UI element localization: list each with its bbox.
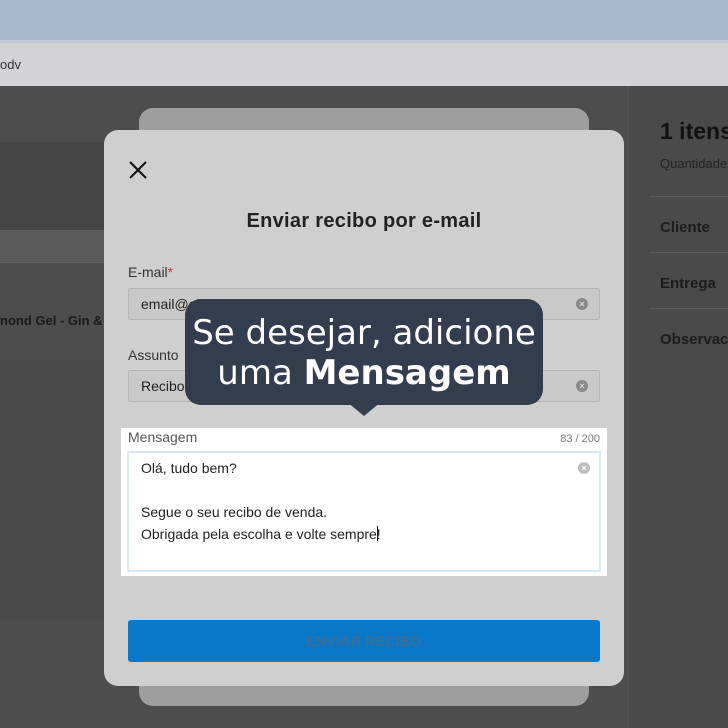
modal-title: Enviar recibo por e-mail <box>246 210 482 232</box>
message-line-last: Obrigada pela escolha e volte sempre! <box>141 526 381 542</box>
close-icon[interactable] <box>126 158 150 182</box>
divider <box>650 252 728 253</box>
subject-value: Recibo <box>141 378 185 394</box>
divider <box>650 196 728 197</box>
left-panel-body <box>0 360 110 620</box>
section-entrega[interactable]: Entrega <box>660 275 716 292</box>
tooltip-callout: Se desejar, adicione uma Mensagem <box>185 299 543 416</box>
section-cliente[interactable]: Cliente <box>660 219 710 236</box>
product-name: nond Gel - Gin & <box>0 313 103 328</box>
message-textarea[interactable]: Olá, tudo bem? Segue o seu recibo de ven… <box>127 451 601 572</box>
subject-label: Assunto <box>128 347 179 363</box>
text-cursor <box>376 526 378 541</box>
address-text: odv <box>0 57 21 72</box>
send-receipt-button[interactable]: ENVIAR RECIBO <box>128 620 600 662</box>
message-label: Mensagem <box>128 429 198 445</box>
message-highlight: Mensagem 83 / 200 Olá, tudo bem? Segue o… <box>121 428 607 576</box>
tooltip-emphasis: Mensagem <box>303 353 511 393</box>
tooltip-line1: Se desejar, adicione <box>192 313 536 353</box>
clear-subject-icon[interactable]: × <box>576 380 588 392</box>
section-observacoes[interactable]: Observac <box>660 331 728 348</box>
message-line: Olá, tudo bem? <box>141 460 237 476</box>
tooltip-line2: uma Mensagem <box>217 353 511 393</box>
summary-subtitle: Quantidade <box>660 156 728 171</box>
tooltip-arrow <box>347 402 381 416</box>
divider <box>650 308 728 309</box>
browser-tab-bar <box>0 0 728 40</box>
left-panel-row <box>0 230 110 263</box>
address-bar[interactable]: odv <box>0 40 728 86</box>
message-line: Segue o seu recibo de venda. <box>141 504 328 520</box>
order-summary-panel <box>628 86 728 728</box>
message-counter: 83 / 200 <box>560 433 600 445</box>
required-mark: * <box>167 264 174 280</box>
clear-message-icon[interactable]: × <box>578 462 590 474</box>
left-panel-header <box>0 142 120 232</box>
summary-title: 1 itens <box>660 118 728 144</box>
clear-email-icon[interactable]: × <box>576 298 588 310</box>
email-label: E-mail* <box>128 264 174 280</box>
